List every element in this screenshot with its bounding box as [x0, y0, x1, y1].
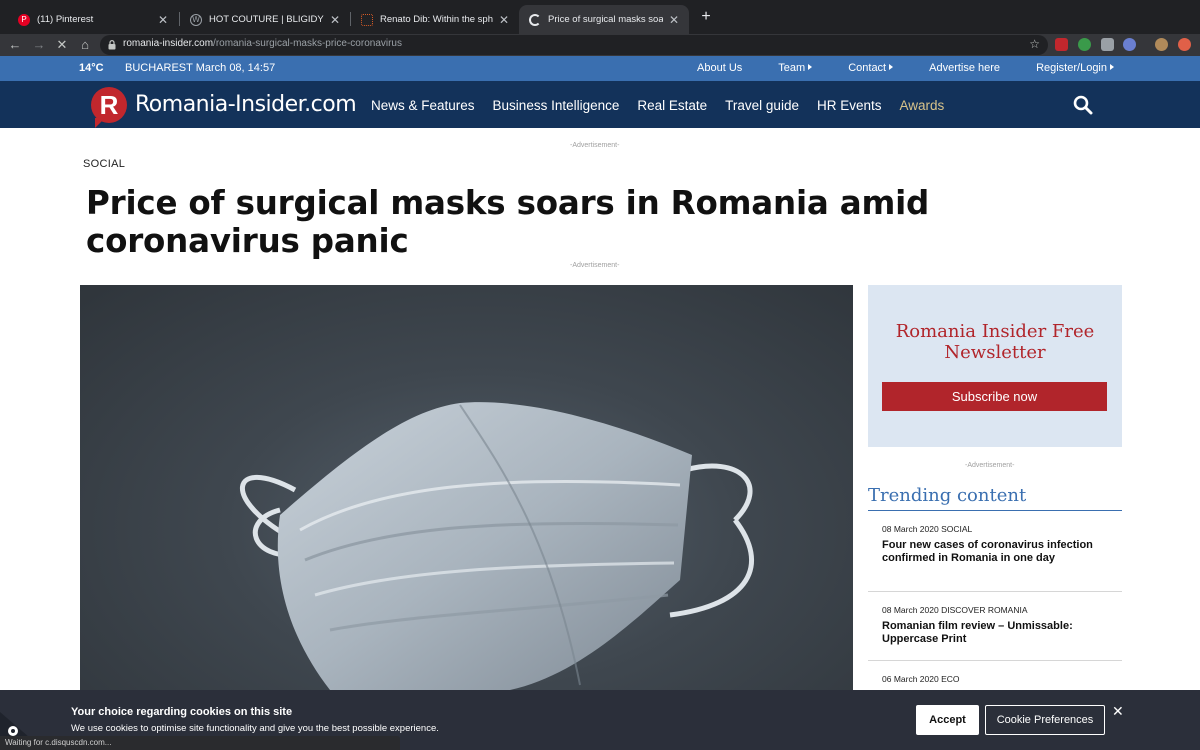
- tab-title: (11) Pinterest: [37, 14, 94, 25]
- close-icon[interactable]: ✕: [1112, 703, 1124, 720]
- top-link-register-login[interactable]: Register/Login: [1018, 62, 1114, 74]
- url-text: romania-insider.com/romania-surgical-mas…: [123, 38, 402, 49]
- bookmark-star-icon[interactable]: ☆: [1029, 37, 1040, 51]
- trending-divider: [868, 660, 1122, 661]
- surgical-mask-illustration: [239, 402, 754, 690]
- extension-icon[interactable]: [1101, 38, 1114, 51]
- weather-temperature: 14°C: [79, 62, 104, 74]
- pinterest-icon: P: [18, 13, 30, 26]
- browser-status-bar: Waiting for c.disquscdn.com...: [0, 736, 400, 750]
- trending-headline[interactable]: Romanian film review – Unmissable: Upper…: [882, 620, 1107, 646]
- nav-item-real-estate[interactable]: Real Estate: [637, 98, 707, 113]
- browser-tab[interactable]: Renato Dib: Within the sphere of ✕: [351, 5, 519, 34]
- trending-item[interactable]: 06 March 2020 ECO: [882, 674, 1107, 684]
- nav-item-travel-guide[interactable]: Travel guide: [725, 98, 799, 113]
- extension-icon[interactable]: [1078, 38, 1091, 51]
- cookie-title: Your choice regarding cookies on this si…: [71, 706, 293, 718]
- cookie-preferences-button[interactable]: Cookie Preferences: [985, 705, 1105, 735]
- tab-title: HOT COUTURE | BLIGIDYBLOG: [209, 14, 324, 25]
- advertisement-label: -Advertisement-: [570, 262, 620, 269]
- trending-divider: [868, 591, 1122, 592]
- trending-meta: 08 March 2020 SOCIAL: [882, 524, 973, 534]
- main-navigation: R Romania-Insider.com News & Features Bu…: [0, 81, 1200, 128]
- loading-icon: [529, 13, 541, 26]
- stop-loading-button[interactable]: ✕: [53, 36, 71, 54]
- article-headline: Price of surgical masks soars in Romania…: [86, 184, 930, 260]
- close-tab-icon[interactable]: ✕: [158, 13, 168, 27]
- cookie-text: We use cookies to optimise site function…: [71, 723, 439, 734]
- trending-item[interactable]: 08 March 2020 DISCOVER ROMANIA Romanian …: [882, 605, 1107, 646]
- top-links: About Us Team Contact Advertise here Reg…: [661, 62, 1114, 74]
- wordpress-icon: W: [190, 13, 202, 26]
- extension-icon[interactable]: [1123, 38, 1136, 51]
- close-tab-icon[interactable]: ✕: [330, 13, 340, 27]
- caret-right-icon: [889, 64, 894, 70]
- cookie-accept-button[interactable]: Accept: [916, 705, 979, 735]
- trending-divider: [868, 510, 1122, 511]
- article-hero-image: [80, 285, 853, 690]
- tab-title: Price of surgical masks soars in R: [548, 14, 663, 25]
- profile-avatar[interactable]: [1155, 38, 1168, 51]
- trending-meta: 08 March 2020 DISCOVER ROMANIA: [882, 605, 1028, 615]
- top-link-contact[interactable]: Contact: [830, 62, 894, 74]
- extension-icon[interactable]: [1178, 38, 1191, 51]
- site-top-bar: 14°C BUCHAREST March 08, 14:57 About Us …: [0, 56, 1200, 81]
- subscribe-button[interactable]: Subscribe now: [882, 382, 1107, 411]
- extension-icon[interactable]: [1055, 38, 1068, 51]
- top-link-advertise[interactable]: Advertise here: [911, 62, 1000, 74]
- nav-item-business-intelligence[interactable]: Business Intelligence: [493, 98, 620, 113]
- caret-right-icon: [1110, 64, 1114, 70]
- address-bar[interactable]: romania-insider.com/romania-surgical-mas…: [100, 35, 1048, 55]
- browser-toolbar: ← → ✕ ⌂ romania-insider.com/romania-surg…: [0, 34, 1200, 56]
- nav-item-awards[interactable]: Awards: [900, 98, 945, 113]
- lock-icon: [108, 40, 116, 50]
- advertisement-label: -Advertisement-: [570, 142, 620, 149]
- search-icon[interactable]: [1073, 95, 1093, 115]
- top-link-about[interactable]: About Us: [679, 62, 742, 74]
- browser-tab-strip: P (11) Pinterest ✕ W HOT COUTURE | BLIGI…: [0, 0, 1200, 34]
- location-date: BUCHAREST March 08, 14:57: [125, 62, 276, 74]
- browser-tab-active[interactable]: Price of surgical masks soars in R ✕: [519, 5, 689, 34]
- back-button[interactable]: ←: [6, 36, 24, 54]
- trending-meta: 06 March 2020 ECO: [882, 674, 960, 684]
- trending-title: Trending content: [868, 485, 1027, 506]
- logo-r-badge[interactable]: R: [91, 87, 127, 128]
- logo-text[interactable]: Romania-Insider.com: [135, 92, 357, 117]
- close-tab-icon[interactable]: ✕: [669, 13, 679, 27]
- new-tab-button[interactable]: +: [697, 8, 715, 26]
- tab-title: Renato Dib: Within the sphere of: [380, 14, 493, 25]
- advertisement-label: -Advertisement-: [965, 462, 1015, 469]
- grid-icon: [361, 13, 373, 26]
- newsletter-title: Romania Insider Free Newsletter: [895, 321, 1095, 363]
- browser-tab[interactable]: W HOT COUTURE | BLIGIDYBLOG ✕: [180, 5, 350, 34]
- nav-item-news-features[interactable]: News & Features: [371, 98, 475, 113]
- nav-item-hr-events[interactable]: HR Events: [817, 98, 882, 113]
- close-tab-icon[interactable]: ✕: [499, 13, 509, 27]
- trending-item[interactable]: 08 March 2020 SOCIAL Four new cases of c…: [882, 524, 1107, 565]
- trending-headline[interactable]: Four new cases of coronavirus infection …: [882, 539, 1107, 565]
- caret-right-icon: [808, 64, 813, 70]
- browser-tab[interactable]: P (11) Pinterest ✕: [8, 5, 178, 34]
- nav-items: News & Features Business Intelligence Re…: [371, 98, 962, 113]
- article-category[interactable]: SOCIAL: [83, 158, 125, 170]
- top-link-team[interactable]: Team: [760, 62, 813, 74]
- home-button[interactable]: ⌂: [76, 36, 94, 54]
- newsletter-box: Romania Insider Free Newsletter Subscrib…: [868, 285, 1122, 447]
- forward-button[interactable]: →: [30, 36, 48, 54]
